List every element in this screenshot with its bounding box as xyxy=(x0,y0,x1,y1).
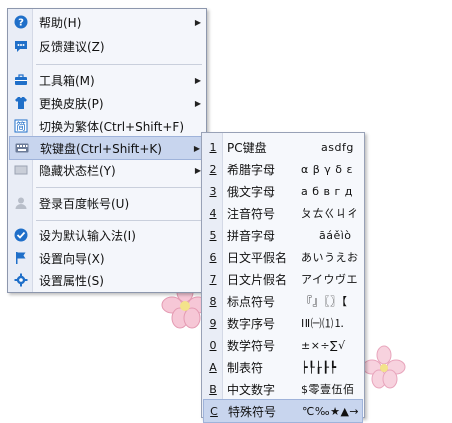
menu-item-toolbox[interactable]: 工具箱(M) ▶ xyxy=(9,69,205,91)
check-icon xyxy=(9,228,33,242)
hotkey-label: 8 xyxy=(209,294,217,308)
keyboard-name: 注音符号 xyxy=(227,206,276,221)
keyboard-option-zhuyin[interactable]: 4 注音符号 ㄆㄊㄍㄐㄔ xyxy=(203,202,363,224)
feedback-icon xyxy=(9,39,33,53)
keyboard-option-numbering[interactable]: 9 数字序号 ⅠⅡ㈠⑴⒈ xyxy=(203,312,363,334)
menu-item-label: 登录百度帐号(U) xyxy=(39,196,130,211)
keyboard-name: 日文平假名 xyxy=(227,250,288,265)
menu-separator xyxy=(36,64,202,65)
hotkey-label: 4 xyxy=(209,206,217,220)
keyboard-preview: $零壹伍佰 xyxy=(301,383,355,396)
shirt-icon xyxy=(9,96,33,110)
menu-item-label: 切换为繁体(Ctrl+Shift+F) xyxy=(39,119,185,134)
hotkey-label: 3 xyxy=(209,184,217,198)
keyboard-option-katakana[interactable]: 7 日文片假名 アイウヴエ xyxy=(203,268,363,290)
menu-separator xyxy=(36,220,202,221)
submenu-arrow-icon: ▶ xyxy=(194,75,202,85)
keyboard-name: 数学符号 xyxy=(227,338,276,353)
hotkey-label: C xyxy=(210,404,218,418)
hotkey-label: 6 xyxy=(209,250,217,264)
svg-text:简: 简 xyxy=(16,120,26,133)
menu-item-label: 设为默认输入法(I) xyxy=(39,228,136,243)
keyboard-option-chinese-numerals[interactable]: B 中文数字 $零壹伍佰 xyxy=(203,378,363,400)
menu-item-label: 设置向导(X) xyxy=(39,251,105,266)
menu-separator xyxy=(36,187,202,188)
menu-item-feedback[interactable]: 反馈建议(Z) xyxy=(9,35,205,57)
keyboard-option-math[interactable]: 0 数学符号 ±×÷∑√ xyxy=(203,334,363,356)
hotkey-label: 5 xyxy=(209,228,217,242)
hotkey-label: 9 xyxy=(209,316,217,330)
menu-item-help[interactable]: ? 帮助(H) ▶ xyxy=(9,11,205,33)
menu-item-label: 工具箱(M) xyxy=(39,73,95,88)
hotkey-label: 0 xyxy=(209,338,217,352)
submenu-arrow-icon: ▶ xyxy=(194,17,202,27)
keyboard-option-box-drawing[interactable]: A 制表符 ┝┞┟┠┡ xyxy=(203,356,363,378)
menu-item-label: 隐藏状态栏(Y) xyxy=(39,163,116,178)
keyboard-preview: α β γ δ ε xyxy=(301,162,353,176)
keyboard-preview: а б в г д xyxy=(301,184,353,198)
menu-item-skin[interactable]: 更换皮肤(P) ▶ xyxy=(9,92,205,114)
submenu-arrow-icon: ▶ xyxy=(194,98,202,108)
keyboard-option-hiragana[interactable]: 6 日文平假名 あいうえお xyxy=(203,246,363,268)
keyboard-name: 拼音字母 xyxy=(227,228,276,243)
keyboard-name: 数字序号 xyxy=(227,316,276,331)
gear-icon xyxy=(9,273,33,287)
hide-icon xyxy=(9,163,33,177)
keyboard-option-pinyin[interactable]: 5 拼音字母 āáěìò xyxy=(203,224,363,246)
menu-item-soft-keyboard[interactable]: 软键盘(Ctrl+Shift+K) ▶ xyxy=(9,136,205,160)
keyboard-preview: ±×÷∑√ xyxy=(301,338,346,352)
keyboard-preview: āáěìò xyxy=(319,228,352,242)
hotkey-label: 7 xyxy=(209,272,217,286)
keyboard-name: PC键盘 xyxy=(227,140,267,155)
menu-item-label: 设置属性(S) xyxy=(39,273,104,288)
menu-item-label: 更换皮肤(P) xyxy=(39,96,104,111)
keyboard-option-greek[interactable]: 2 希腊字母 α β γ δ ε xyxy=(203,158,363,180)
keyboard-preview: ┝┞┟┠┡ xyxy=(301,360,337,374)
keyboard-preview: ℃‰★▲→ xyxy=(302,404,360,418)
keyboard-preview: アイウヴエ xyxy=(301,273,358,286)
menu-item-login[interactable]: 登录百度帐号(U) xyxy=(9,192,205,214)
menu-item-label: 帮助(H) xyxy=(39,15,82,30)
keyboard-option-punctuation[interactable]: 8 标点符号 『』〖〗【 xyxy=(203,290,363,312)
keyboard-name: 中文数字 xyxy=(227,382,276,397)
flower-decoration xyxy=(362,345,406,389)
keyboard-option-pc[interactable]: 1 PC键盘 asdfg xyxy=(203,136,363,158)
keyboard-preview: asdfg xyxy=(321,140,354,154)
keyboard-name: 制表符 xyxy=(227,360,264,375)
keyboard-option-special-symbols[interactable]: C 特殊符号 ℃‰★▲→ xyxy=(203,399,363,423)
keyboard-preview: 『』〖〗【 xyxy=(301,295,348,308)
keyboard-name: 日文片假名 xyxy=(227,272,288,287)
user-icon xyxy=(9,196,33,210)
hotkey-label: B xyxy=(209,382,217,396)
menu-item-traditional[interactable]: 简 切换为繁体(Ctrl+Shift+F) xyxy=(9,115,205,137)
traditional-icon: 简 xyxy=(9,119,33,133)
menu-item-settings[interactable]: 设置属性(S) xyxy=(9,269,205,291)
menu-item-set-default[interactable]: 设为默认输入法(I) xyxy=(9,224,205,246)
help-icon: ? xyxy=(9,15,33,29)
hotkey-label: 2 xyxy=(209,162,217,176)
keyboard-name: 希腊字母 xyxy=(227,162,276,177)
keyboard-option-russian[interactable]: 3 俄文字母 а б в г д xyxy=(203,180,363,202)
flag-icon xyxy=(9,251,33,265)
keyboard-preview: ㄆㄊㄍㄐㄔ xyxy=(301,207,359,220)
svg-text:?: ? xyxy=(18,18,24,29)
hotkey-label: A xyxy=(209,360,217,374)
keyboard-icon xyxy=(10,142,34,154)
keyboard-name: 俄文字母 xyxy=(227,184,276,199)
toolbox-icon xyxy=(9,73,33,87)
keyboard-name: 标点符号 xyxy=(227,294,276,309)
menu-item-hide-statusbar[interactable]: 隐藏状态栏(Y) ▶ xyxy=(9,159,205,181)
menu-item-setup-wizard[interactable]: 设置向导(X) xyxy=(9,247,205,269)
keyboard-preview: ⅠⅡ㈠⑴⒈ xyxy=(301,317,346,330)
hotkey-label: 1 xyxy=(209,140,217,154)
menu-item-label: 反馈建议(Z) xyxy=(39,39,105,54)
keyboard-preview: あいうえお xyxy=(301,251,359,264)
menu-item-label: 软键盘(Ctrl+Shift+K) xyxy=(40,141,162,156)
context-menu: ? 帮助(H) ▶ 反馈建议(Z) 工具箱(M) ▶ 更换皮肤(P) ▶ 简 切… xyxy=(7,8,207,293)
soft-keyboard-submenu: 1 PC键盘 asdfg 2 希腊字母 α β γ δ ε 3 俄文字母 а б… xyxy=(201,132,365,423)
